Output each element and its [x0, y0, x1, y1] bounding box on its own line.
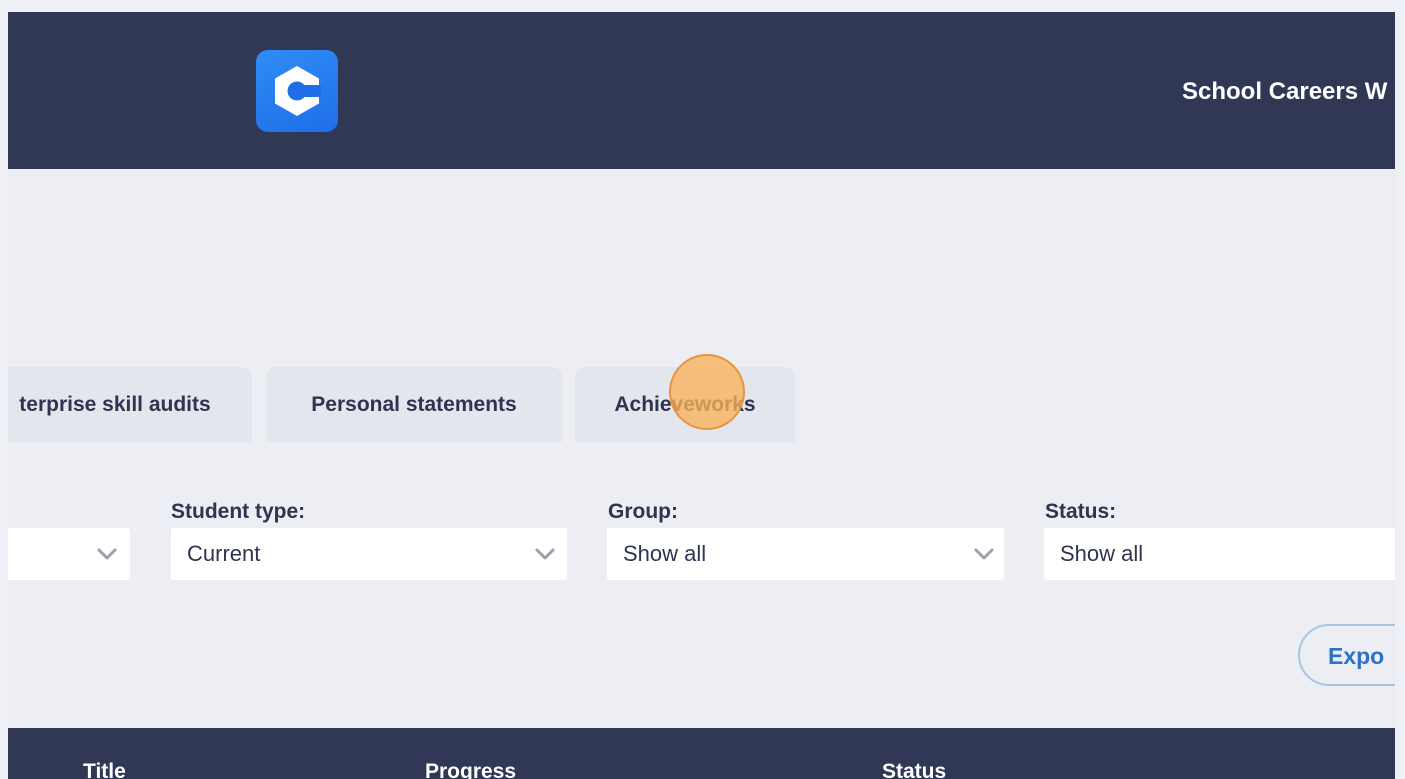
chevron-down-icon [97, 548, 117, 560]
table-header-row: Title Progress Status [8, 728, 1395, 779]
tab-enterprise-skill-audits[interactable]: terprise skill audits [8, 367, 252, 442]
tab-achieveworks[interactable]: Achieveworks [575, 367, 795, 442]
school-name: School Careers W [1182, 78, 1388, 105]
tab-label: terprise skill audits [19, 392, 211, 416]
first-filter-select[interactable] [8, 528, 130, 580]
export-button-label: Expo [1328, 643, 1385, 669]
status-select[interactable]: Show all [1044, 528, 1395, 580]
column-header-title[interactable]: Title [83, 760, 126, 779]
app-frame: School Careers W terprise skill audits P… [8, 12, 1395, 779]
export-button[interactable]: Expo [1298, 624, 1395, 686]
student-type-value: Current [187, 541, 261, 566]
tab-label: Achieveworks [614, 392, 756, 416]
column-header-status[interactable]: Status [882, 760, 946, 779]
chevron-down-icon [535, 548, 555, 560]
status-value: Show all [1060, 541, 1144, 566]
c-hexagon-logo-icon[interactable] [256, 50, 338, 132]
tab-personal-statements[interactable]: Personal statements [266, 367, 562, 442]
student-type-select[interactable]: Current [171, 528, 567, 580]
column-header-progress[interactable]: Progress [425, 760, 516, 779]
group-select[interactable]: Show all [607, 528, 1004, 580]
group-value: Show all [623, 541, 707, 566]
status-label: Status: [1045, 500, 1117, 523]
tab-label: Personal statements [311, 392, 517, 416]
group-label: Group: [608, 500, 678, 523]
top-navigation-bar: School Careers W [8, 12, 1395, 169]
chevron-down-icon [974, 548, 994, 560]
student-type-label: Student type: [171, 500, 306, 523]
